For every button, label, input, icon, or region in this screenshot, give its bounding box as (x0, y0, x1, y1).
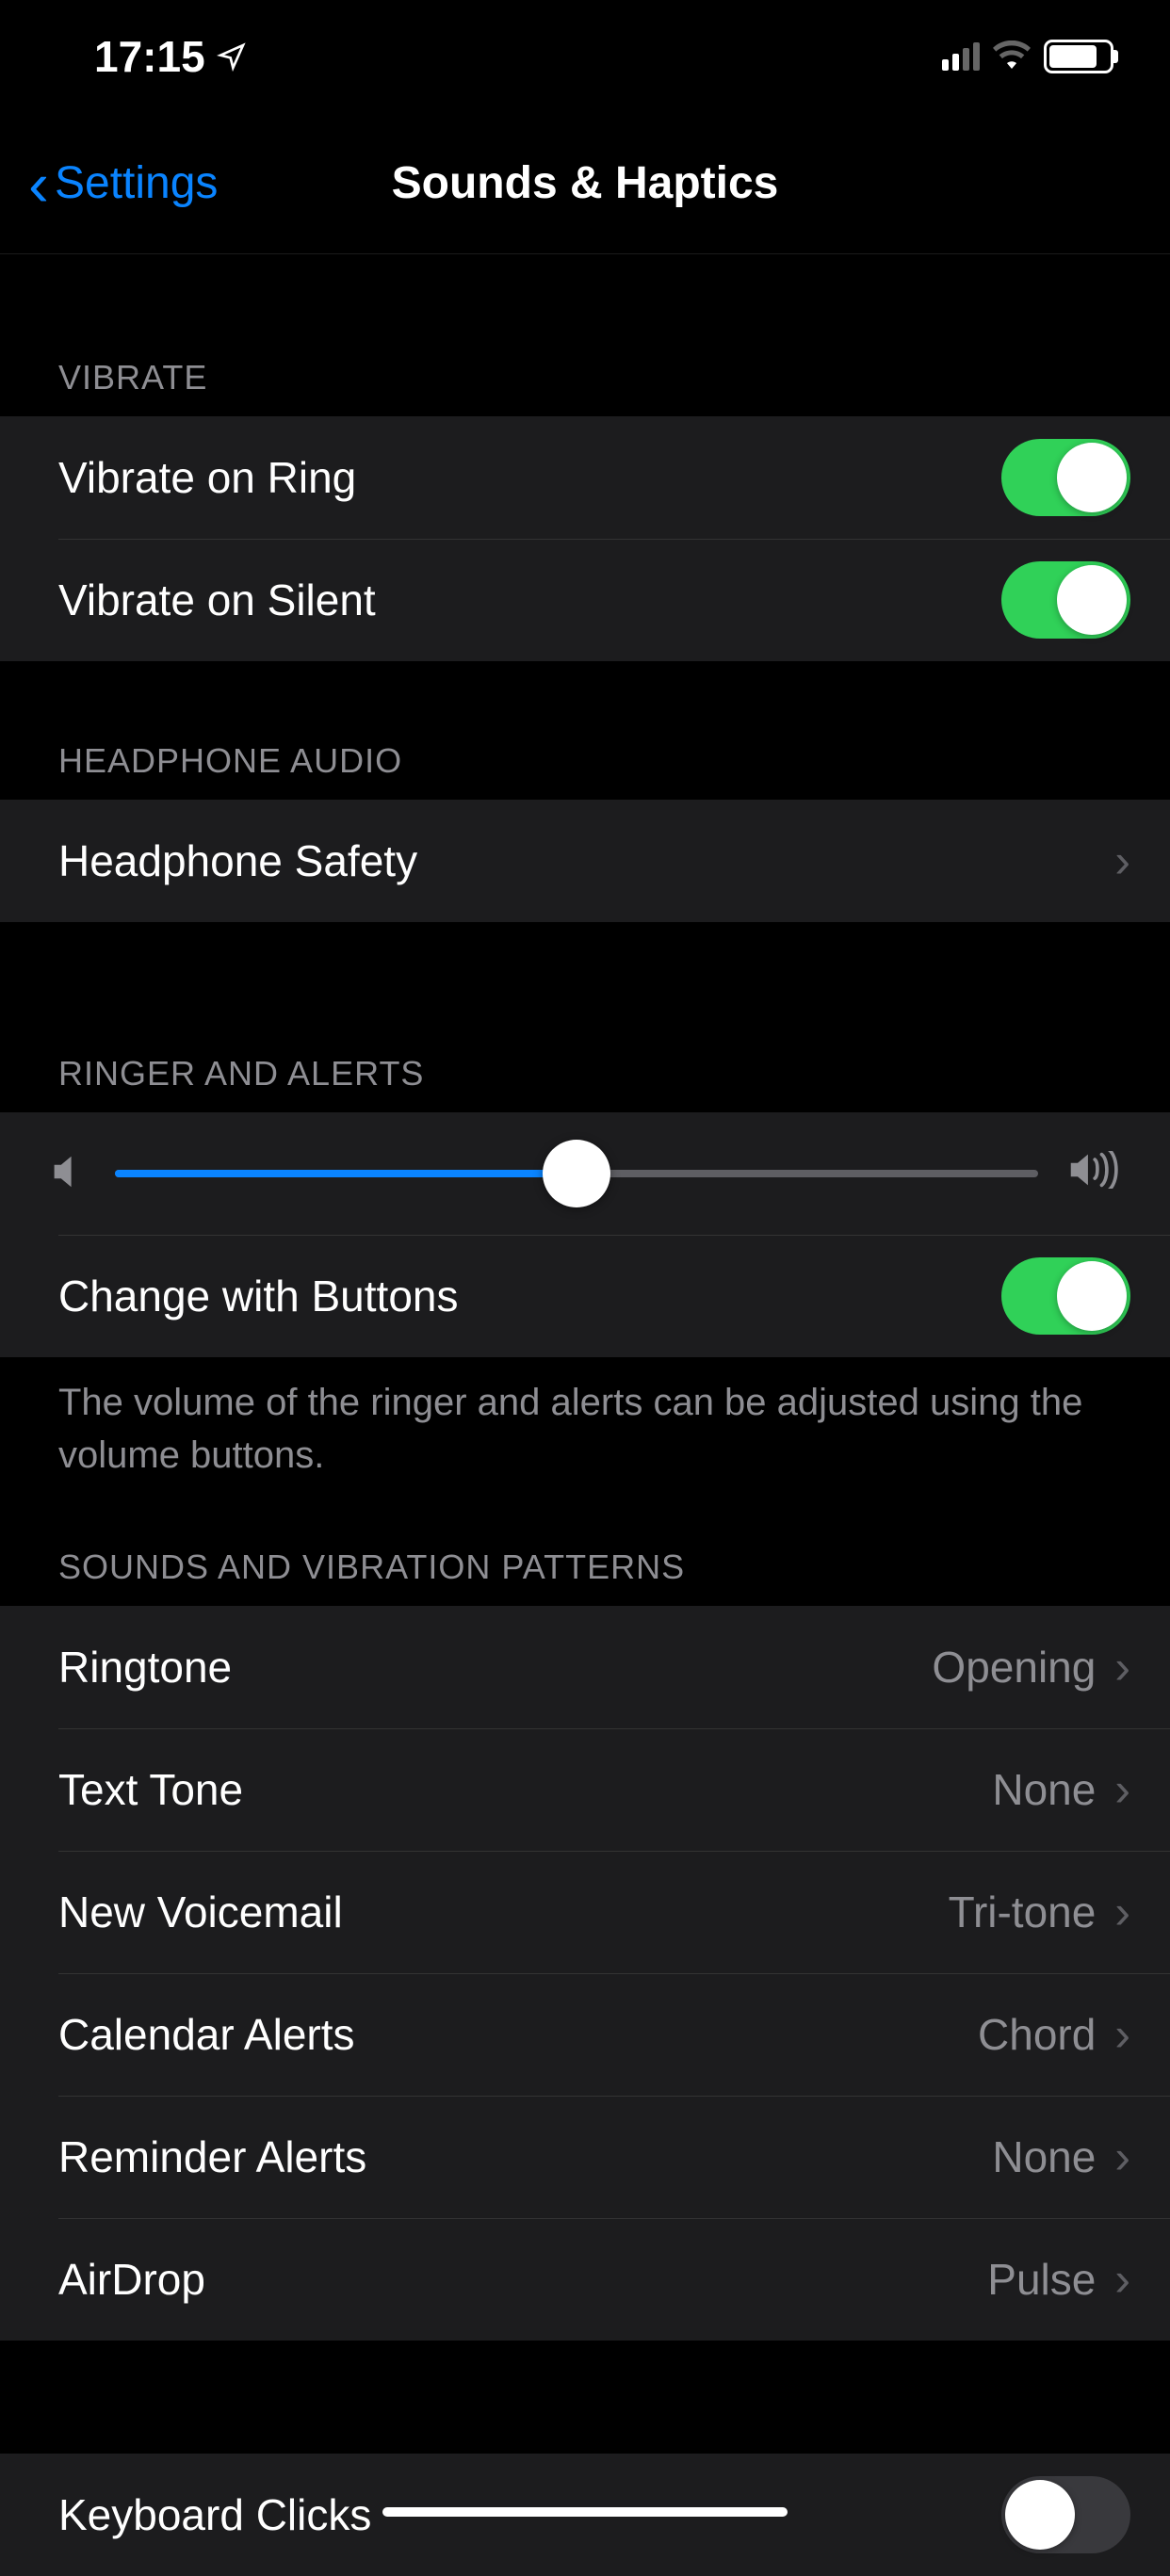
row-calendar-alerts[interactable]: Calendar Alerts Chord › (0, 1973, 1170, 2096)
home-indicator[interactable] (382, 2507, 788, 2517)
section-header-vibrate: Vibrate (0, 254, 1170, 416)
group-headphone: Headphone Safety › (0, 800, 1170, 922)
location-icon (217, 31, 247, 82)
row-volume-slider[interactable] (0, 1112, 1170, 1235)
row-label: Headphone Safety (58, 835, 417, 886)
back-button[interactable]: ‹ Settings (28, 153, 218, 215)
row-label: AirDrop (58, 2254, 205, 2305)
group-sounds: Ringtone Opening › Text Tone None › New … (0, 1606, 1170, 2341)
row-label: Calendar Alerts (58, 2009, 355, 2060)
group-ringer: Change with Buttons (0, 1112, 1170, 1357)
row-label: New Voicemail (58, 1887, 343, 1937)
row-value: Tri-tone (949, 1887, 1097, 1937)
status-right (942, 40, 1113, 73)
chevron-left-icon: ‹ (28, 153, 49, 215)
row-new-voicemail[interactable]: New Voicemail Tri-tone › (0, 1851, 1170, 1973)
chevron-right-icon: › (1114, 1762, 1130, 1817)
row-label: Keyboard Clicks (58, 2489, 371, 2540)
row-label: Ringtone (58, 1642, 232, 1693)
row-label: Vibrate on Ring (58, 452, 356, 503)
row-reminder-alerts[interactable]: Reminder Alerts None › (0, 2096, 1170, 2218)
chevron-right-icon: › (1114, 1885, 1130, 1939)
chevron-right-icon: › (1114, 1640, 1130, 1694)
row-label: Vibrate on Silent (58, 575, 376, 625)
status-time: 17:15 (94, 31, 205, 82)
row-airdrop[interactable]: AirDrop Pulse › (0, 2218, 1170, 2341)
chevron-right-icon: › (1114, 2007, 1130, 2062)
row-headphone-safety[interactable]: Headphone Safety › (0, 800, 1170, 922)
chevron-right-icon: › (1114, 2130, 1130, 2184)
wifi-icon (993, 41, 1031, 73)
row-label: Change with Buttons (58, 1271, 459, 1321)
section-header-ringer: Ringer and Alerts (0, 922, 1170, 1112)
section-header-sounds: Sounds and Vibration Patterns (0, 1482, 1170, 1606)
row-ringtone[interactable]: Ringtone Opening › (0, 1606, 1170, 1728)
row-label: Text Tone (58, 1764, 243, 1815)
back-label: Settings (55, 157, 218, 209)
row-vibrate-ring[interactable]: Vibrate on Ring (0, 416, 1170, 539)
row-label: Reminder Alerts (58, 2131, 366, 2182)
row-change-buttons[interactable]: Change with Buttons (0, 1235, 1170, 1357)
toggle-change-buttons[interactable] (1001, 1257, 1130, 1335)
volume-slider[interactable] (115, 1170, 1038, 1177)
status-bar: 17:15 (0, 0, 1170, 113)
speaker-high-icon (1070, 1148, 1123, 1199)
speaker-low-icon (53, 1148, 83, 1199)
row-vibrate-silent[interactable]: Vibrate on Silent (0, 539, 1170, 661)
section-footer-ringer: The volume of the ringer and alerts can … (0, 1357, 1170, 1482)
page-title: Sounds & Haptics (392, 157, 779, 209)
row-value: Pulse (987, 2254, 1096, 2305)
cellular-signal-icon (942, 42, 980, 71)
toggle-vibrate-ring[interactable] (1001, 439, 1130, 516)
chevron-right-icon: › (1114, 834, 1130, 888)
row-value: None (992, 2131, 1096, 2182)
row-value: Chord (978, 2009, 1096, 2060)
nav-bar: ‹ Settings Sounds & Haptics (0, 113, 1170, 254)
toggle-vibrate-silent[interactable] (1001, 561, 1130, 639)
toggle-keyboard-clicks[interactable] (1001, 2476, 1130, 2553)
section-header-headphone: Headphone Audio (0, 661, 1170, 800)
row-value: Opening (932, 1642, 1096, 1693)
battery-icon (1044, 40, 1113, 73)
group-vibrate: Vibrate on Ring Vibrate on Silent (0, 416, 1170, 661)
chevron-right-icon: › (1114, 2252, 1130, 2307)
row-value: None (992, 1764, 1096, 1815)
status-left: 17:15 (94, 31, 247, 82)
row-text-tone[interactable]: Text Tone None › (0, 1728, 1170, 1851)
